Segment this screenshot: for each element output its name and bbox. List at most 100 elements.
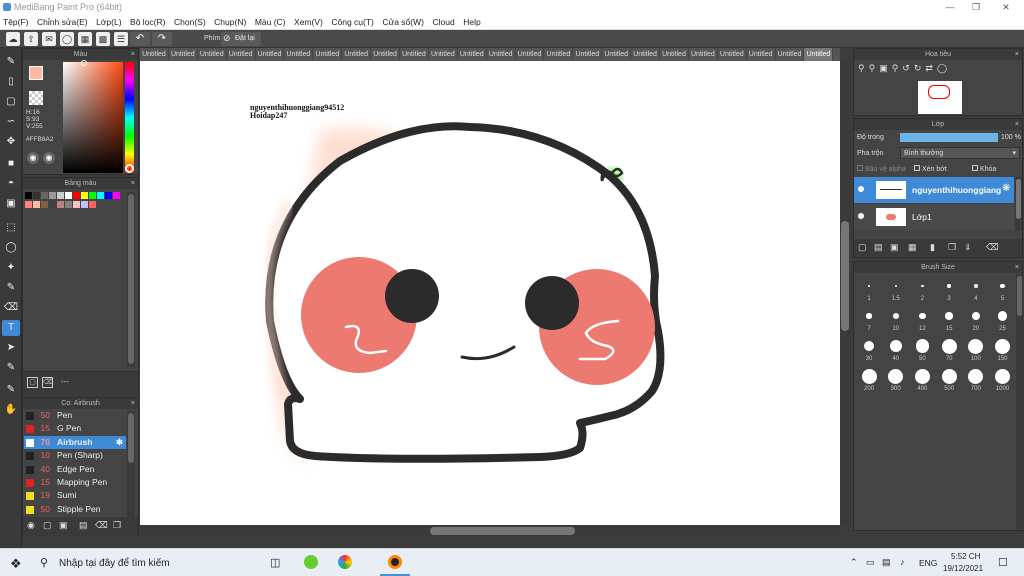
- palette-swatch[interactable]: [97, 192, 104, 199]
- brush-window-icon[interactable]: ❐: [113, 520, 121, 531]
- brush-size-option[interactable]: 15: [936, 306, 962, 332]
- comment-icon[interactable]: ✉: [42, 32, 56, 46]
- brush-size-option[interactable]: 1.5: [883, 276, 909, 302]
- move-tool-icon[interactable]: ✥: [2, 134, 20, 150]
- menu-snap[interactable]: Chụp(N): [211, 15, 249, 28]
- brush-trash-icon[interactable]: ⌫: [95, 520, 108, 531]
- volume-icon[interactable]: ♪: [900, 557, 905, 567]
- search-icon[interactable]: ⚲: [40, 556, 48, 569]
- notification-icon[interactable]: ☐: [998, 556, 1008, 569]
- grid-layout-icon[interactable]: ▩: [96, 32, 110, 46]
- brush-size-option[interactable]: 700: [963, 366, 989, 392]
- brush-item[interactable]: 19 Sumi: [24, 489, 126, 502]
- curve-tool-icon[interactable]: ∽: [2, 114, 20, 130]
- chevron-up-icon[interactable]: ⌃: [850, 557, 858, 568]
- reset-button[interactable]: ⊘ Đặt lại: [221, 32, 261, 46]
- lasso-tool-icon[interactable]: ◯: [2, 240, 20, 256]
- brush-size-option[interactable]: 100: [963, 336, 989, 362]
- text-tool-icon[interactable]: T: [2, 320, 20, 336]
- operation-tool-icon[interactable]: ➤: [2, 340, 20, 356]
- document-tab[interactable]: Untitled: [747, 48, 776, 61]
- brush-item[interactable]: 15 Mapping Pen: [24, 476, 126, 489]
- brush-size-option[interactable]: 20: [963, 306, 989, 332]
- document-tab[interactable]: Untitled: [776, 48, 805, 61]
- brush-size-option[interactable]: 5: [990, 276, 1016, 302]
- document-tab[interactable]: Untitled: [371, 48, 401, 61]
- canvas-paper[interactable]: nguyenthihuonggiang94512 Hoidap247: [140, 61, 840, 525]
- brush-size-option[interactable]: 30: [856, 336, 882, 362]
- document-tab[interactable]: Untitled: [140, 48, 169, 61]
- reset-view-icon[interactable]: ◯: [937, 63, 951, 73]
- menu-help[interactable]: Help: [460, 15, 483, 28]
- palette-swatch[interactable]: [105, 192, 112, 199]
- palette-swatch[interactable]: [25, 192, 32, 199]
- trash-icon[interactable]: ⌫: [42, 377, 53, 388]
- brush-tool-icon[interactable]: ✎: [2, 54, 20, 70]
- menu-view[interactable]: Xem(V): [291, 15, 326, 28]
- maximize-button[interactable]: ❐: [966, 1, 986, 14]
- palette-swatch[interactable]: [57, 201, 64, 208]
- panel-layout-icon[interactable]: ▦: [78, 32, 92, 46]
- close-button[interactable]: ✕: [996, 1, 1016, 14]
- app-icon-1[interactable]: [304, 555, 318, 569]
- palette-swatch[interactable]: [81, 201, 88, 208]
- document-tab[interactable]: Untitled: [804, 48, 834, 61]
- palette-swatch[interactable]: [33, 201, 40, 208]
- document-tab[interactable]: Untitled: [169, 48, 198, 61]
- undo-button[interactable]: ↶: [130, 32, 150, 46]
- duplicate-layer-icon[interactable]: ❐: [948, 242, 956, 253]
- hue-slider[interactable]: [125, 62, 134, 173]
- palette-swatch[interactable]: [49, 201, 56, 208]
- medibang-icon[interactable]: [388, 555, 402, 569]
- document-tab[interactable]: Untitled: [544, 48, 574, 61]
- menu-window[interactable]: Cửa sổ(W): [379, 15, 427, 28]
- palette-swatch[interactable]: [65, 192, 72, 199]
- document-tab[interactable]: Untitled: [429, 48, 458, 61]
- palette-swatch[interactable]: [41, 192, 48, 199]
- document-tab[interactable]: Untitled: [198, 48, 227, 61]
- brush-scrollbar[interactable]: [127, 411, 135, 519]
- document-tab[interactable]: Untitled: [602, 48, 632, 61]
- taskbar-search-input[interactable]: Nhập tại đây để tìm kiếm: [59, 558, 170, 569]
- document-tab[interactable]: Untitled: [256, 48, 285, 61]
- canvas-vertical-scrollbar[interactable]: [840, 61, 850, 525]
- document-tab[interactable]: Untitled: [400, 48, 429, 61]
- battery-icon[interactable]: ▭: [866, 557, 875, 568]
- brush-size-option[interactable]: 300: [883, 366, 909, 392]
- blend-mode-select[interactable]: Bình thường ▾: [900, 147, 1020, 159]
- protect-alpha-checkbox[interactable]: Bảo vệ alpha: [857, 165, 906, 173]
- cloud-icon[interactable]: ☁: [6, 32, 20, 46]
- brush-item[interactable]: 50 Pen: [24, 409, 126, 422]
- eye-icon[interactable]: [858, 213, 864, 219]
- foreground-color-swatch[interactable]: [29, 66, 43, 80]
- palette-swatch[interactable]: [41, 201, 48, 208]
- dot-tool-icon[interactable]: ▢: [2, 94, 20, 110]
- palette-swatch[interactable]: [57, 192, 64, 199]
- brush-size-scrollbar[interactable]: [1016, 274, 1023, 529]
- menu-cloud[interactable]: Cloud: [430, 15, 458, 28]
- close-icon[interactable]: ×: [1015, 49, 1019, 60]
- layer-scrollbar[interactable]: [1015, 177, 1022, 231]
- trash-icon[interactable]: ⌫: [986, 242, 999, 253]
- close-icon[interactable]: ×: [131, 178, 135, 189]
- palette-swatch[interactable]: [81, 192, 88, 199]
- lock-checkbox[interactable]: Khóa: [972, 165, 996, 173]
- palette-swatch[interactable]: [49, 192, 56, 199]
- opacity-slider[interactable]: [900, 133, 998, 142]
- menu-filter[interactable]: Bộ lọc(R): [127, 15, 168, 28]
- eyedropper-tool-icon[interactable]: ✎: [2, 382, 20, 398]
- menu-select[interactable]: Chọn(S): [171, 15, 209, 28]
- zoom-in-icon[interactable]: ⚲: [858, 63, 869, 73]
- canvas-horizontal-scrollbar[interactable]: [140, 525, 840, 537]
- brush-size-option[interactable]: 3: [936, 276, 962, 302]
- document-tab[interactable]: Untitled: [718, 48, 747, 61]
- brush-size-option[interactable]: 10: [883, 306, 909, 332]
- saturation-value-picker[interactable]: [63, 62, 123, 173]
- document-tab[interactable]: Untitled: [487, 48, 516, 61]
- zoom-out-icon[interactable]: ⚲: [869, 63, 880, 73]
- brush-item[interactable]: 50 Stipple Pen: [24, 503, 126, 516]
- transparent-swatch[interactable]: [29, 91, 43, 105]
- document-tab[interactable]: Untitled: [660, 48, 689, 61]
- rotate-right-icon[interactable]: ↻: [914, 63, 926, 73]
- brush-size-option[interactable]: 200: [856, 366, 882, 392]
